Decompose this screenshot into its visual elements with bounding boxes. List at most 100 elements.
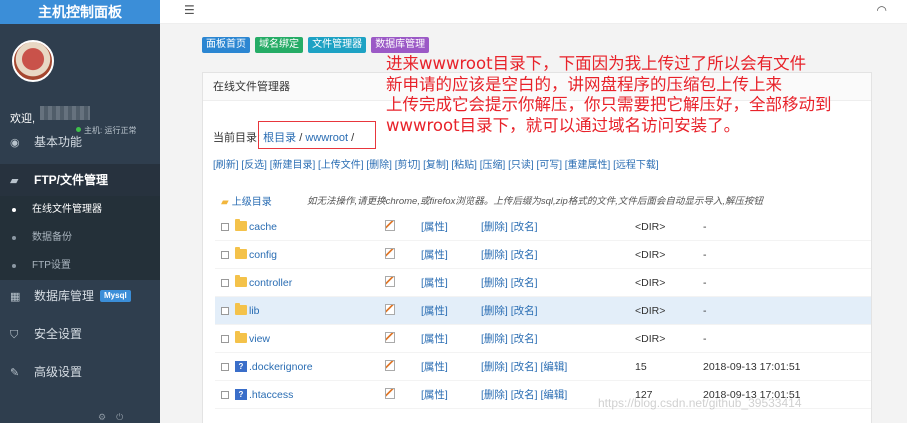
folder-up-icon: ▰ bbox=[221, 197, 229, 208]
ops-links[interactable]: [删除] [改名] bbox=[481, 297, 538, 325]
copy-button[interactable]: [复制] bbox=[423, 160, 449, 171]
attr-link[interactable]: [属性] bbox=[421, 325, 448, 353]
sidebar-item-backup[interactable]: 数据备份 bbox=[0, 224, 160, 252]
domain-bind-button[interactable]: 域名绑定 bbox=[255, 37, 304, 53]
database-button[interactable]: 数据库管理 bbox=[371, 37, 430, 53]
ops-links[interactable]: [删除] [改名] bbox=[481, 241, 538, 269]
sidebar-item-basic[interactable]: ◉ 基本功能 bbox=[0, 126, 160, 158]
upload-button[interactable]: [上传文件] bbox=[318, 160, 364, 171]
folder-icon bbox=[235, 247, 247, 259]
compress-button[interactable]: [压缩] bbox=[480, 160, 506, 171]
highlight-box bbox=[258, 121, 376, 149]
edit-icon[interactable] bbox=[385, 332, 395, 343]
sidebar: 主机控制面板 欢迎, 主机: 运行正常 ◉ 基本功能 ▰ FTP/文件管理 在线文件… bbox=[0, 0, 160, 423]
quick-buttons: 面板首页 域名绑定 文件管理器 数据库管理 bbox=[202, 37, 431, 53]
attr-link[interactable]: [属性] bbox=[421, 353, 448, 381]
attr-link[interactable]: [属性] bbox=[421, 269, 448, 297]
sidebar-item-database[interactable]: ▦ 数据库管理 Mysql bbox=[0, 280, 160, 312]
file-size: <DIR> bbox=[635, 305, 666, 317]
parent-dir-link[interactable]: ▰ 上级目录 bbox=[221, 193, 272, 208]
menu-icon[interactable]: ☰ bbox=[184, 3, 195, 17]
greeting: 欢迎, bbox=[10, 113, 36, 125]
file-manager-button[interactable]: 文件管理器 bbox=[308, 37, 367, 53]
unknown-file-icon: ? bbox=[235, 389, 247, 400]
current-dir-label: 当前目录: bbox=[213, 132, 261, 144]
file-name[interactable]: config bbox=[249, 241, 277, 269]
app-title: 主机控制面板 bbox=[0, 0, 160, 24]
sidebar-item-ftp[interactable]: ▰ FTP/文件管理 bbox=[0, 164, 160, 196]
annotation-line: 新申请的应该是空白的，讲网盘程序的压缩包上传上来 bbox=[386, 74, 782, 94]
logout-icon[interactable]: ⏻ bbox=[116, 412, 123, 422]
cut-button[interactable]: [剪切] bbox=[395, 160, 421, 171]
sidebar-submenu: 在线文件管理器 数据备份 FTP设置 bbox=[0, 196, 160, 280]
avatar[interactable] bbox=[12, 40, 54, 82]
username-blurred bbox=[40, 106, 90, 120]
refresh-button[interactable]: [刷新] bbox=[213, 160, 239, 171]
annotation-line: 进来wwwroot目录下，下面因为我上传过了所以会有文件 bbox=[386, 54, 807, 73]
file-size: <DIR> bbox=[635, 277, 666, 289]
row-checkbox[interactable] bbox=[221, 307, 229, 315]
row-checkbox[interactable] bbox=[221, 223, 229, 231]
attr-link[interactable]: [属性] bbox=[421, 297, 448, 325]
sidebar-item-advanced[interactable]: ✎ 高级设置 bbox=[0, 356, 160, 388]
annotation-line: wwwroot目录下，就可以通过域名访问安装了。 bbox=[386, 115, 741, 135]
file-date: - bbox=[703, 249, 707, 261]
sidebar-item-ftp-settings[interactable]: FTP设置 bbox=[0, 252, 160, 280]
row-checkbox[interactable] bbox=[221, 279, 229, 287]
row-checkbox[interactable] bbox=[221, 251, 229, 259]
file-date: - bbox=[703, 277, 707, 289]
ops-links[interactable]: [删除] [改名] bbox=[481, 213, 538, 241]
attr-link[interactable]: [属性] bbox=[421, 213, 448, 241]
mysql-badge: Mysql bbox=[100, 290, 131, 302]
writable-button[interactable]: [可写] bbox=[536, 160, 562, 171]
sidebar-nav: ◉ 基本功能 ▰ FTP/文件管理 在线文件管理器 数据备份 FTP设置 ▦ 数据库管… bbox=[0, 126, 160, 388]
shield-icon: ⛉ bbox=[10, 329, 19, 341]
table-row: view [属性] [删除] [改名] <DIR> - bbox=[215, 325, 871, 353]
edit-icon[interactable] bbox=[385, 248, 395, 259]
folder-icon bbox=[235, 303, 247, 315]
gear-icon[interactable]: ⚙ bbox=[98, 412, 106, 422]
browser-hint: 如无法操作,请更换chrome,或firefox浏览器。上传后缀为sql,zip… bbox=[307, 196, 764, 207]
file-name[interactable]: .htaccess bbox=[249, 381, 293, 409]
file-date: 2018-09-13 17:01:51 bbox=[703, 361, 801, 373]
sidebar-item-security[interactable]: ⛉ 安全设置 bbox=[0, 318, 160, 350]
file-name[interactable]: lib bbox=[249, 297, 260, 325]
home-button[interactable]: 面板首页 bbox=[202, 37, 250, 53]
new-dir-button[interactable]: [新建目录] bbox=[270, 160, 316, 171]
edit-icon[interactable] bbox=[385, 276, 395, 287]
edit-icon[interactable] bbox=[385, 220, 395, 231]
invert-select-button[interactable]: [反选] bbox=[241, 160, 267, 171]
table-row: config [属性] [删除] [改名] <DIR> - bbox=[215, 241, 871, 269]
paste-button[interactable]: [粘贴] bbox=[451, 160, 477, 171]
file-name[interactable]: cache bbox=[249, 213, 277, 241]
ops-links[interactable]: [删除] [改名] [编辑] bbox=[481, 381, 567, 409]
table-row: ? .dockerignore [属性] [删除] [改名] [编辑] 15 2… bbox=[215, 353, 871, 381]
parent-dir-row: ▰ 上级目录 如无法操作,请更换chrome,或firefox浏览器。上传后缀为s… bbox=[215, 193, 871, 211]
row-checkbox[interactable] bbox=[221, 391, 229, 399]
file-size: <DIR> bbox=[635, 249, 666, 261]
row-checkbox[interactable] bbox=[221, 335, 229, 343]
edit-icon[interactable] bbox=[385, 388, 395, 399]
headset-icon[interactable]: ◠ bbox=[877, 3, 887, 17]
remote-download-button[interactable]: [远程下载] bbox=[613, 160, 659, 171]
file-size: 15 bbox=[635, 361, 647, 373]
delete-button[interactable]: [删除] bbox=[366, 160, 392, 171]
rebuild-attr-button[interactable]: [重建属性] bbox=[565, 160, 611, 171]
file-name[interactable]: .dockerignore bbox=[249, 353, 313, 381]
folder-icon bbox=[235, 219, 247, 231]
file-date: - bbox=[703, 333, 707, 345]
attr-link[interactable]: [属性] bbox=[421, 241, 448, 269]
top-bar: ☰ ◠ bbox=[160, 0, 907, 24]
file-name[interactable]: controller bbox=[249, 269, 292, 297]
sidebar-item-file-manager[interactable]: 在线文件管理器 bbox=[0, 196, 160, 224]
grid-icon: ▦ bbox=[10, 291, 21, 303]
readonly-button[interactable]: [只读] bbox=[508, 160, 534, 171]
edit-icon[interactable] bbox=[385, 304, 395, 315]
row-checkbox[interactable] bbox=[221, 363, 229, 371]
attr-link[interactable]: [属性] bbox=[421, 381, 448, 409]
ops-links[interactable]: [删除] [改名] bbox=[481, 325, 538, 353]
edit-icon[interactable] bbox=[385, 360, 395, 371]
file-name[interactable]: view bbox=[249, 325, 270, 353]
ops-links[interactable]: [删除] [改名] [编辑] bbox=[481, 353, 567, 381]
ops-links[interactable]: [删除] [改名] bbox=[481, 269, 538, 297]
